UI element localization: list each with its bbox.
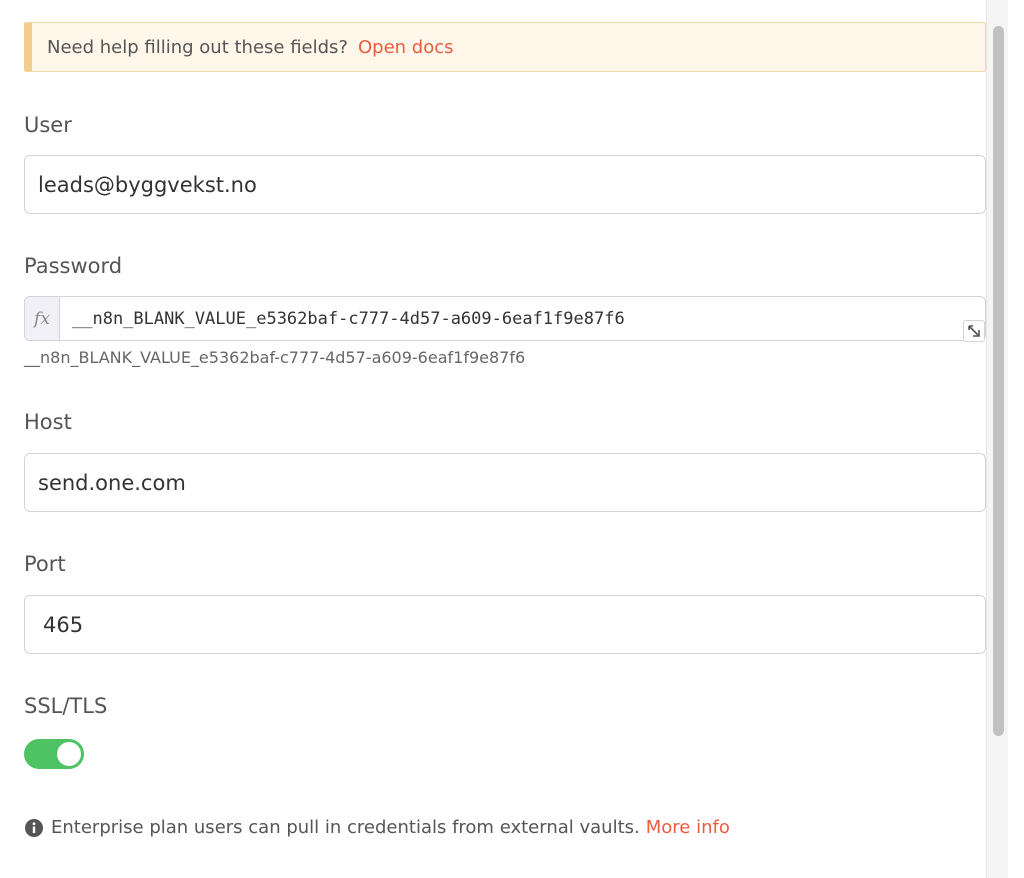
toggle-knob (57, 742, 81, 766)
docs-notice-text: Need help filling out these fields? (47, 36, 348, 58)
password-resolved-hint: __n8n_BLANK_VALUE_e5362baf-c777-4d57-a60… (24, 348, 526, 367)
external-vaults-text: Enterprise plan users can pull in creden… (51, 817, 640, 838)
host-input[interactable]: send.one.com (24, 453, 986, 512)
open-docs-link[interactable]: Open docs (358, 37, 454, 58)
password-label: Password (24, 254, 123, 278)
password-expression-value[interactable]: __n8n_BLANK_VALUE_e5362baf-c777-4d57-a60… (60, 297, 625, 340)
info-icon (24, 818, 44, 838)
host-label: Host (24, 410, 72, 434)
port-label: Port (24, 552, 66, 576)
ssl-label: SSL/TLS (24, 694, 108, 718)
fx-badge: fx (25, 297, 60, 340)
port-input[interactable]: 465 (24, 595, 986, 654)
scrollbar[interactable] (986, 0, 1008, 878)
external-vaults-note: Enterprise plan users can pull in creden… (24, 817, 730, 838)
user-label: User (24, 113, 72, 137)
scrollbar-thumb[interactable] (993, 26, 1004, 736)
expand-icon[interactable] (963, 320, 985, 342)
ssl-toggle[interactable] (24, 739, 84, 769)
password-expression-input[interactable]: fx __n8n_BLANK_VALUE_e5362baf-c777-4d57-… (24, 296, 986, 342)
more-info-link[interactable]: More info (646, 817, 730, 838)
docs-notice: Need help filling out these fields? Open… (24, 22, 986, 72)
user-input[interactable]: leads@byggvekst.no (24, 155, 986, 214)
